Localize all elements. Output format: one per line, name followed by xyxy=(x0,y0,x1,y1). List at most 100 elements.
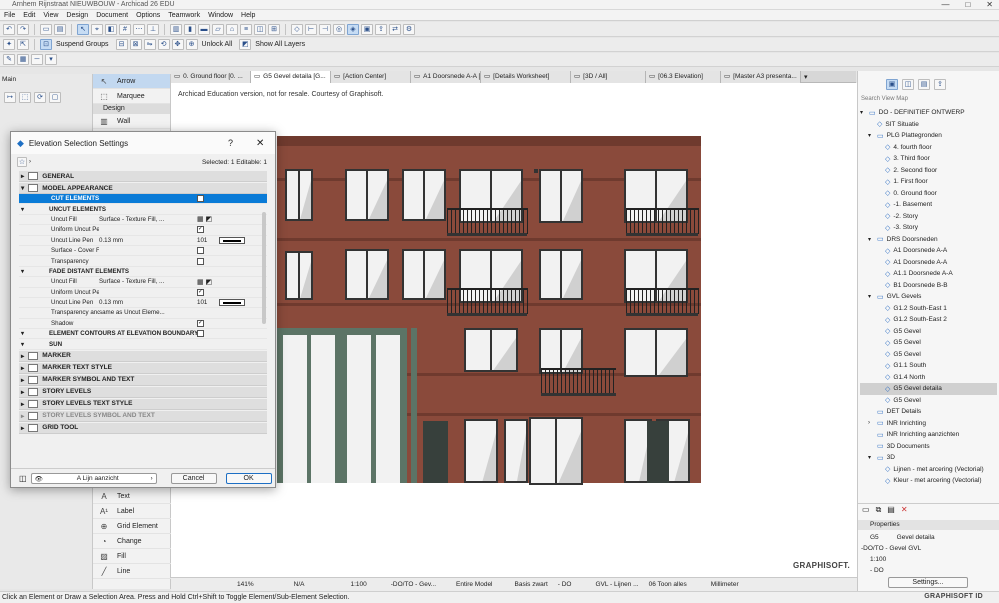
unit-value[interactable]: Millimeter xyxy=(711,581,739,588)
align-icon[interactable]: ⊟ xyxy=(115,39,128,50)
cut-elements-row[interactable]: CUT ELEMENTS xyxy=(19,194,267,205)
setting-row[interactable]: Surface - Cover Fill Foregro... xyxy=(19,246,267,257)
menu-window[interactable]: Window xyxy=(208,10,233,21)
snap-icon[interactable]: ⋯ xyxy=(133,23,145,35)
checkbox[interactable]: ✓ xyxy=(197,226,204,234)
layer-combo[interactable]: -DO/TO - Gev... xyxy=(391,581,436,588)
view-map-item[interactable]: ▾ ▭ 3D xyxy=(860,452,997,464)
menu-options[interactable]: Options xyxy=(136,10,160,21)
setting-row[interactable]: Uncut Fill Surface - Texture Fill, ... ▦ ◩ xyxy=(19,215,267,226)
fill-picker-icon[interactable]: ▦ ◩ xyxy=(197,278,212,286)
fill-style-icon[interactable]: ▦ xyxy=(17,54,29,65)
settings-icon[interactable]: ⚙ xyxy=(403,23,415,35)
setting-row[interactable]: Transparency and Shadingsame as Uncut El… xyxy=(19,308,267,319)
line-type-icon[interactable]: ─ xyxy=(31,54,43,65)
tool-line[interactable]: ╱ Line xyxy=(93,564,171,579)
expand-icon[interactable]: › xyxy=(868,420,874,426)
view-map-item[interactable]: ◇ G1.2 South-East 1 xyxy=(860,303,997,315)
rotate-icon[interactable]: ⟲ xyxy=(157,39,170,50)
section-story-levels[interactable]: ▸ STORY LEVELS xyxy=(19,386,267,398)
checkbox[interactable] xyxy=(197,330,204,338)
redo-icon[interactable]: ↷ xyxy=(17,23,29,35)
angle-value[interactable]: N/A xyxy=(294,581,305,588)
detail-icon[interactable]: ◎ xyxy=(333,23,345,35)
menu-design[interactable]: Design xyxy=(66,10,88,21)
view-map-item[interactable]: ▾ ▭ DO - DEFINITIEF ONTWERP xyxy=(860,107,997,119)
maximize-button[interactable]: □ xyxy=(965,0,970,10)
guide-icon[interactable]: ⊥ xyxy=(147,23,159,35)
tab-4[interactable]: ▭ [Details Worksheet] xyxy=(481,70,571,83)
unlock-all-button[interactable]: Unlock All xyxy=(202,41,233,48)
design-header[interactable]: Design xyxy=(93,104,170,114)
tool-label[interactable]: A¹ Label xyxy=(93,504,171,519)
drag-icon[interactable]: ✥ xyxy=(171,39,184,50)
view-map-item[interactable]: › ▭ INR Inrichting xyxy=(860,418,997,430)
properties-name[interactable]: Gevel detaila xyxy=(897,534,935,541)
delete-icon[interactable]: ✕ xyxy=(901,505,908,514)
view-map-item[interactable]: ◇ 2. Second floor xyxy=(860,165,997,177)
roof-tool-icon[interactable]: ⌂ xyxy=(226,23,238,35)
section-marker-symbol-and-text[interactable]: ▸ MARKER SYMBOL AND TEXT xyxy=(19,374,267,386)
view-map-item[interactable]: ▾ ▭ GVL Gevels xyxy=(860,291,997,303)
properties-scale[interactable]: 1:100 xyxy=(870,554,886,566)
section-grid-tool[interactable]: ▸ GRID TOOL xyxy=(19,422,267,434)
tool-wall[interactable]: ▥ Wall xyxy=(93,114,170,129)
view-map-item[interactable]: ▭ INR Inrichting aanzichten xyxy=(860,429,997,441)
setting-row[interactable]: Transparency xyxy=(19,256,267,267)
fill-picker-icon[interactable]: ▦ ◩ xyxy=(197,215,212,223)
view-map-search[interactable]: Search View Map xyxy=(861,94,996,104)
setting-value[interactable]: 0.13 mm xyxy=(99,237,197,244)
show-all-layers-button[interactable]: Show All Layers xyxy=(255,41,305,48)
settings-button[interactable]: Settings... xyxy=(888,577,968,588)
pointer-icon[interactable]: ⇱ xyxy=(17,39,29,50)
tool-grid-element[interactable]: ⊕ Grid Element xyxy=(93,519,171,534)
magic-wand-icon[interactable]: ✦ xyxy=(3,39,15,50)
section-story-levels-symbol-and-text[interactable]: ▸ STORY LEVELS SYMBOL AND TEXT xyxy=(19,410,267,422)
cut-elements-checkbox[interactable] xyxy=(197,195,204,203)
checkbox[interactable] xyxy=(197,257,204,265)
column-tool-icon[interactable]: ▮ xyxy=(184,23,196,35)
view-map-item[interactable]: ◇ G1.1 South xyxy=(860,360,997,372)
tool-text[interactable]: A Text xyxy=(93,489,171,504)
view-map-item[interactable]: ◇ G1.2 South-East 2 xyxy=(860,314,997,326)
setting-row[interactable]: Uncut Fill Surface - Texture Fill, ... ▦ ◩ xyxy=(19,277,267,288)
tool-change[interactable]: ◔ Change xyxy=(93,534,171,549)
save-view-icon[interactable]: ▤ xyxy=(887,505,895,514)
tab-6[interactable]: ▭ [06.3 Elevation] xyxy=(646,70,721,83)
tool-marquee[interactable]: ⬚ Marquee xyxy=(93,89,170,104)
selection-icon[interactable]: ⬚ xyxy=(19,92,31,103)
view-map-item[interactable]: ◇ -2. Story xyxy=(860,211,997,223)
section-model-appearance[interactable]: ▾ MODEL APPEARANCE xyxy=(19,183,267,194)
setting-value[interactable]: same as Uncut Eleme... xyxy=(99,309,197,316)
tool-fill[interactable]: ▨ Fill xyxy=(93,549,171,564)
wall-tool-icon[interactable]: ▥ xyxy=(170,23,182,35)
dialog-scrollbar[interactable] xyxy=(262,212,266,324)
view-map-icon[interactable]: ◫ xyxy=(902,78,914,90)
ok-button[interactable]: OK xyxy=(225,473,272,484)
checkbox[interactable]: ✓ xyxy=(197,288,204,296)
stair-tool-icon[interactable]: ≡ xyxy=(240,23,252,35)
tab-3[interactable]: ▭ A1 Doorsnede A-A [... xyxy=(411,70,481,83)
elevation-icon[interactable]: ⊣ xyxy=(319,23,331,35)
pen-set[interactable]: Basis zwart xyxy=(515,581,548,588)
view-map-item[interactable]: ◇ G5 Gevel xyxy=(860,337,997,349)
menu-view[interactable]: View xyxy=(43,10,58,21)
view-map-item[interactable]: ◇ G5 Gevel xyxy=(860,395,997,407)
menu-teamwork[interactable]: Teamwork xyxy=(168,10,200,21)
layout-book-icon[interactable]: ▤ xyxy=(918,78,930,90)
cursor-icon[interactable]: ↦ xyxy=(4,92,16,103)
group-icon[interactable]: ⊡ xyxy=(40,39,52,50)
expand-icon[interactable]: ▾ xyxy=(868,454,874,461)
close-icon[interactable]: ✕ xyxy=(256,138,264,149)
tab-1[interactable]: ▭ G5 Gevel detaila [G... xyxy=(251,70,331,83)
tab-7[interactable]: ▭ [Master A3 presenta... xyxy=(721,70,801,83)
layer-select[interactable]: 👁 A Lijn aanzicht › xyxy=(30,473,157,484)
publisher-icon[interactable]: ⇪ xyxy=(934,78,946,90)
pick-icon[interactable]: ⌖ xyxy=(91,23,103,35)
arrow-tool-icon[interactable]: ↖ xyxy=(77,23,89,35)
setting-value[interactable]: Surface - Texture Fill, ... xyxy=(99,216,197,223)
tab-2[interactable]: ▭ [Action Center] xyxy=(331,70,411,83)
3d-view-icon[interactable]: ◇ xyxy=(291,23,303,35)
pen-swatch[interactable] xyxy=(219,299,245,307)
model-view[interactable]: Entire Model xyxy=(456,581,493,588)
